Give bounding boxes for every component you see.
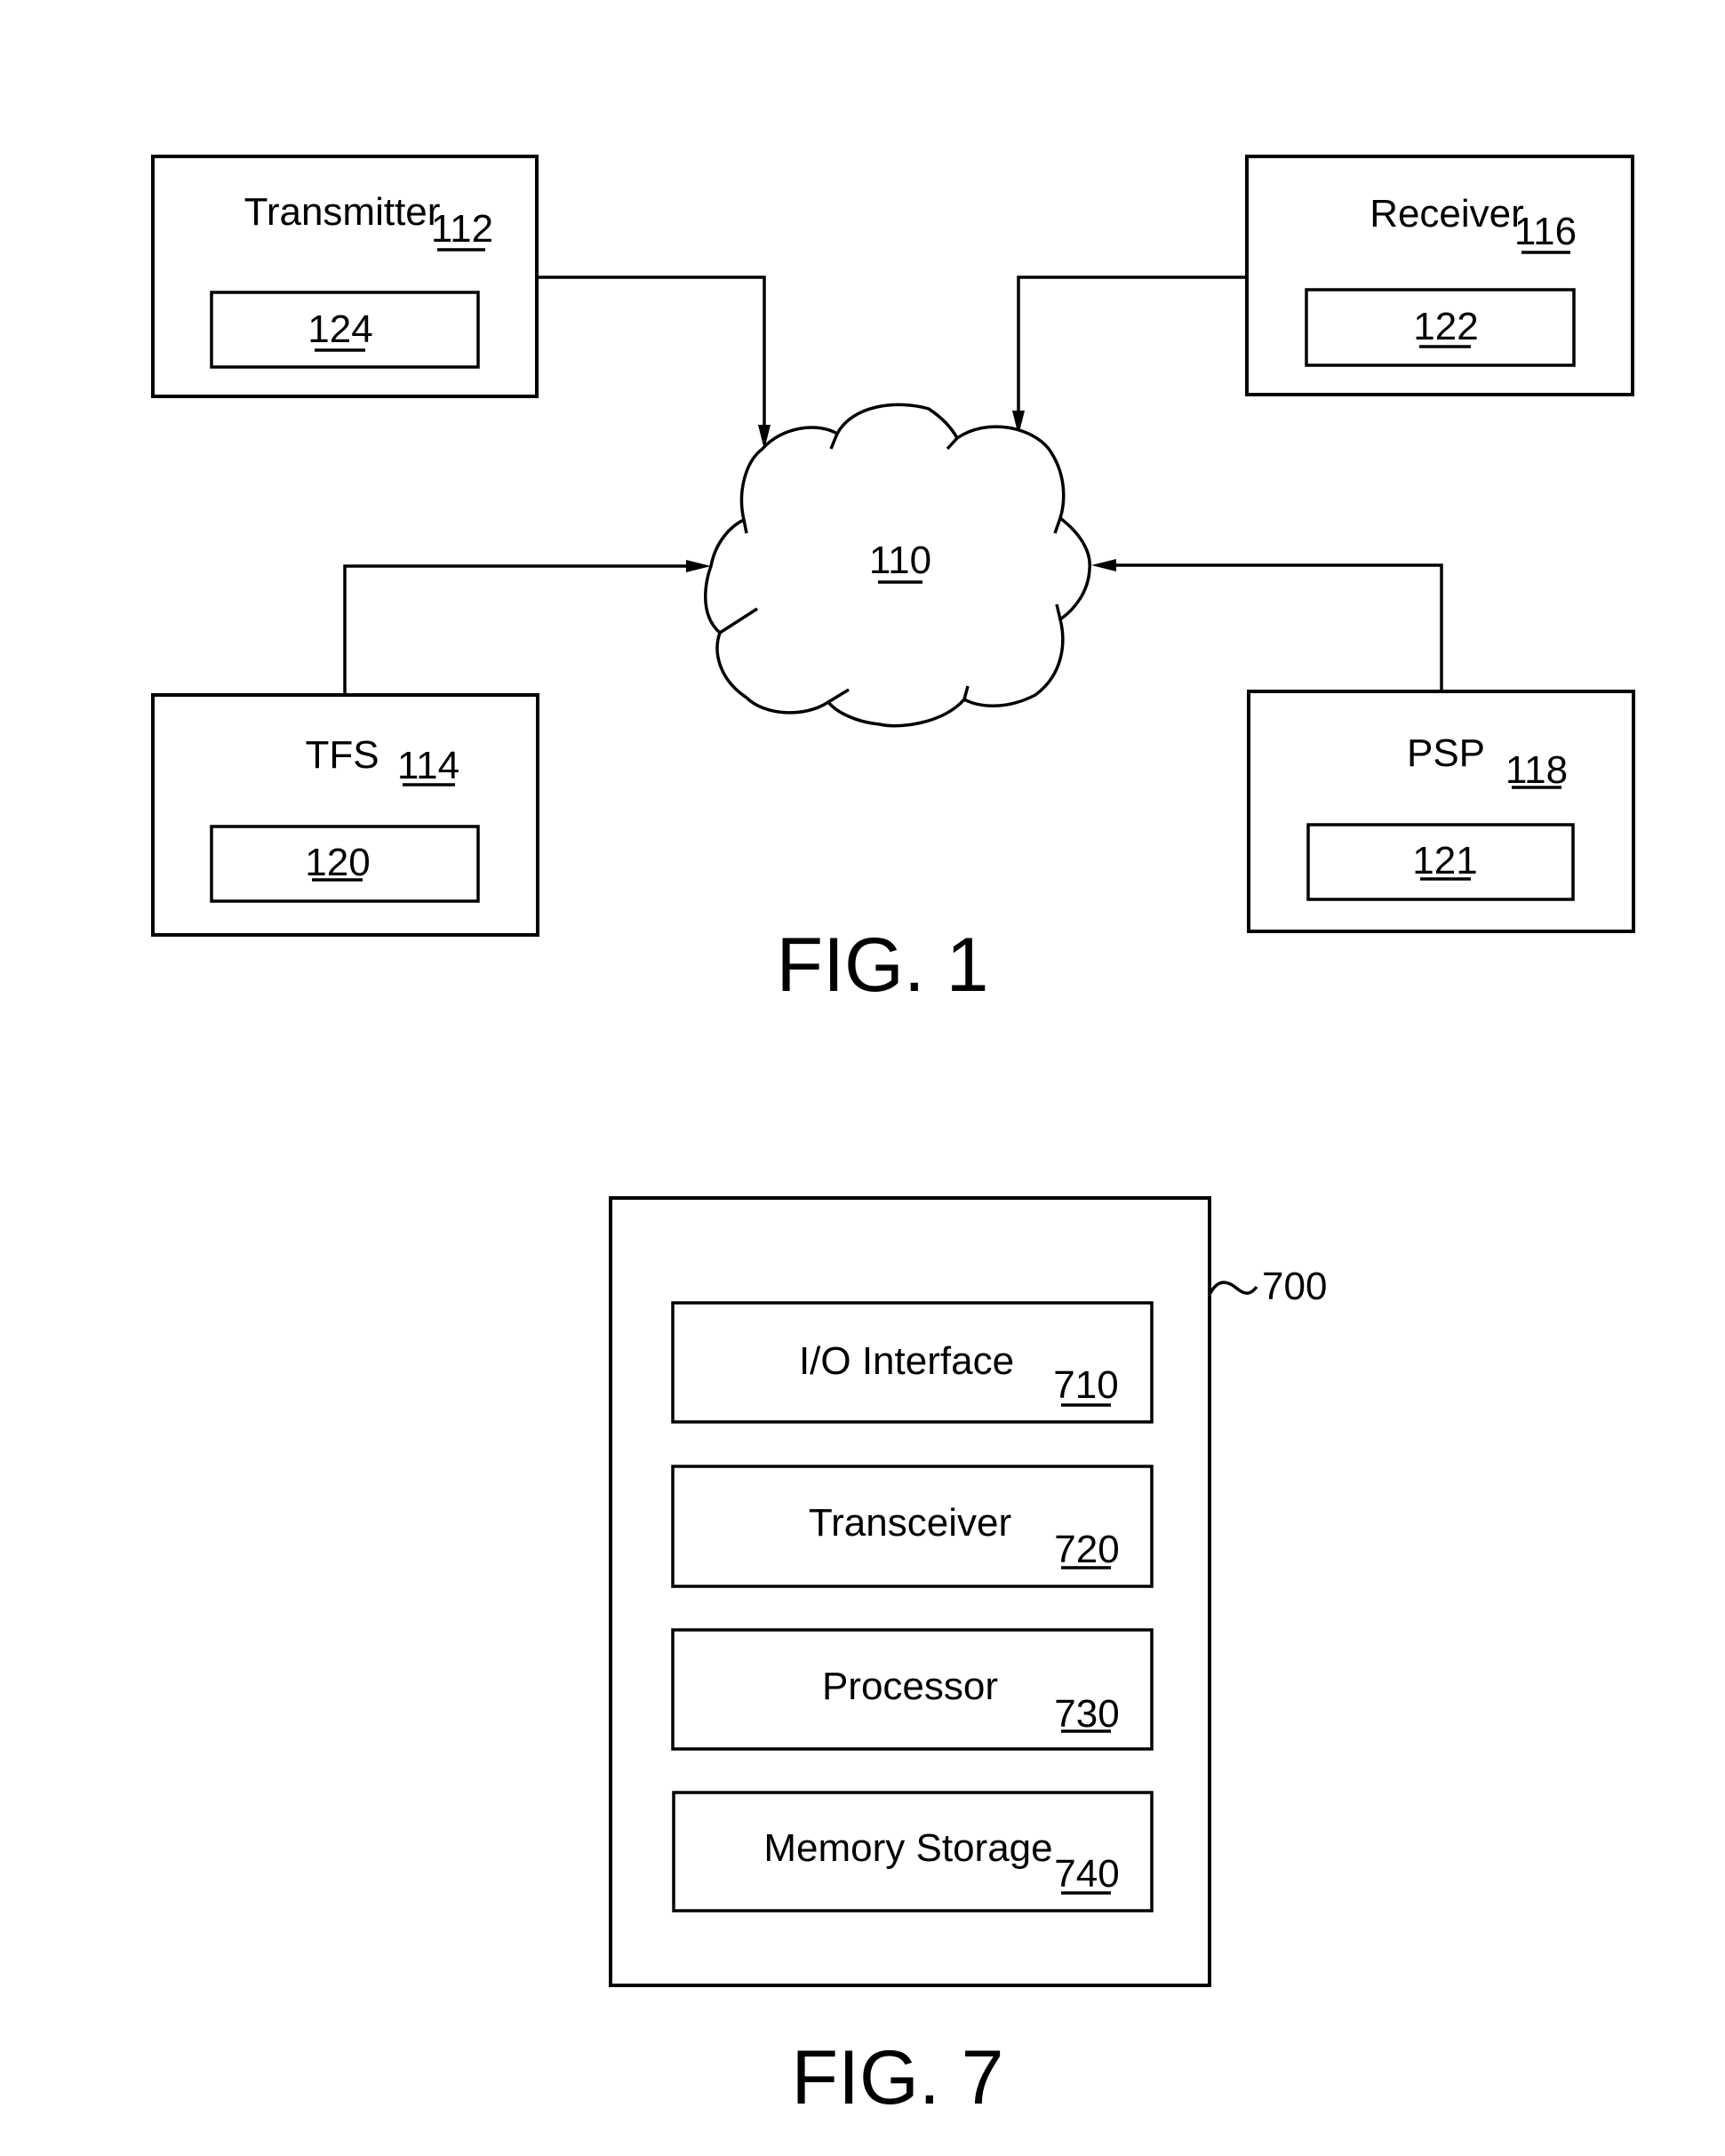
component-transceiver: Transceiver 720 [671,1465,1154,1588]
psp-ref: 118 [1505,748,1568,792]
tfs-ref: 114 [397,744,459,787]
patent-drawing-sheet: 110 Transmitter 112 124 Receiver 116 122 [151,155,1635,2120]
transceiver-label: Transceiver [809,1501,1011,1545]
processor-label: Processor [822,1665,998,1708]
psp-label: PSP [1407,731,1485,775]
psp-inner-ref: 121 [1412,839,1477,882]
network-cloud: 110 [704,403,1091,728]
arrowhead-icon [1091,559,1116,571]
receiver-ref: 116 [1514,210,1577,253]
memory-storage-label: Memory Storage [763,1826,1052,1870]
transceiver-ref: 720 [1054,1528,1119,1571]
transmitter-inner-ref: 124 [307,307,372,351]
io-interface-label: I/O Interface [799,1339,1014,1383]
leader-tilde-icon [1209,1281,1258,1295]
tfs-inner-ref: 120 [305,841,370,884]
network-ref: 110 [869,539,931,582]
node-receiver: Receiver 116 122 [1245,155,1634,396]
tfs-label: TFS [305,733,379,777]
figure-7: 700 I/O Interface 710 Transceiver 720 Pr… [609,1196,1327,2120]
node-tfs: TFS 114 120 [151,693,539,937]
component-processor: Processor 730 [671,1628,1154,1751]
connector-transmitter-network [537,275,771,450]
figure-1: 110 Transmitter 112 124 Receiver 116 122 [151,155,1635,1008]
figure-1-caption: FIG. 1 [777,922,989,1008]
io-interface-ref: 710 [1053,1363,1118,1407]
connector-tfs-network [343,560,711,695]
processor-ref: 730 [1054,1692,1119,1736]
component-memory-storage: Memory Storage 740 [672,1791,1154,1912]
component-io-interface: I/O Interface 710 [671,1301,1154,1424]
arrowhead-icon [686,560,711,572]
device-ref: 700 [1262,1265,1327,1308]
receiver-inner-ref: 122 [1413,305,1478,348]
connector-psp-network [1091,559,1443,693]
receiver-label: Receiver [1370,192,1524,236]
transmitter-label: Transmitter [244,190,441,234]
connector-receiver-network [1012,275,1247,435]
transmitter-ref: 112 [431,207,493,251]
memory-storage-ref: 740 [1054,1852,1119,1896]
node-psp: PSP 118 121 [1247,690,1635,933]
figure-7-caption: FIG. 7 [792,2035,1004,2120]
node-transmitter: Transmitter 112 124 [151,155,539,398]
